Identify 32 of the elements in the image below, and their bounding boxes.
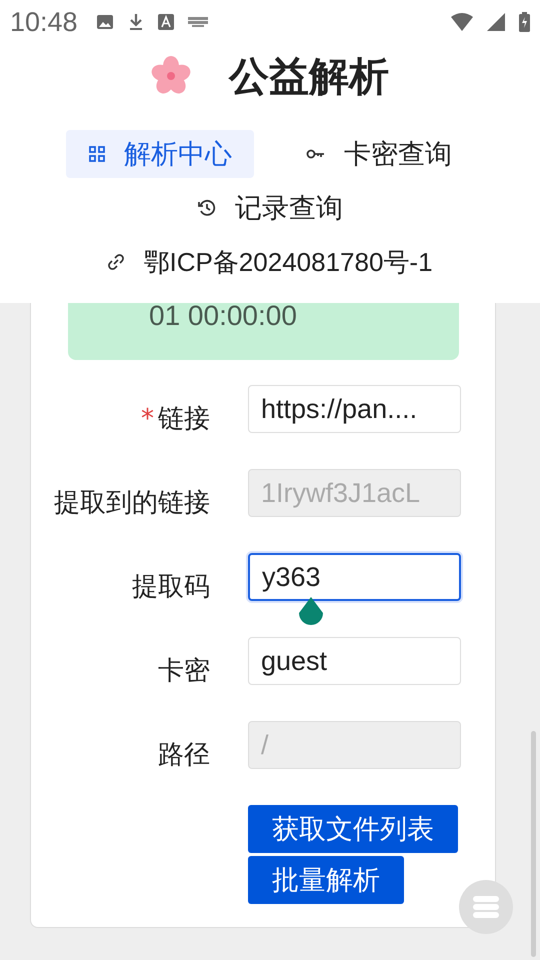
- nav-tab[interactable]: 记录查询: [175, 184, 365, 232]
- history-icon: [197, 198, 217, 218]
- site-title: 公益解析: [229, 52, 389, 102]
- field-label: 提取码: [132, 572, 210, 602]
- action-button[interactable]: 批量解析: [248, 856, 404, 904]
- field-label: 卡密: [158, 656, 210, 686]
- field-label: 提取到的链接: [54, 488, 210, 518]
- link-icon: [107, 253, 126, 271]
- field-label: 链接: [158, 404, 210, 434]
- text-icon: [158, 14, 174, 30]
- nav-tab[interactable]: 卡密查询: [284, 130, 474, 178]
- signal-icon: [487, 13, 505, 31]
- menu-icon: [473, 896, 499, 918]
- input-field[interactable]: guest: [248, 637, 461, 685]
- image-icon: [96, 14, 114, 30]
- battery-icon: [519, 12, 530, 32]
- input-field[interactable]: https://pan....: [248, 385, 461, 433]
- notice-text: 01 00:00:00: [149, 300, 297, 332]
- grid-icon: [88, 145, 106, 163]
- icp-link[interactable]: 鄂ICP备2024081780号-1: [143, 244, 433, 280]
- status-time: 10:48: [10, 6, 78, 38]
- action-button[interactable]: 获取文件列表: [248, 805, 458, 853]
- wifi-icon: [451, 13, 473, 31]
- download-icon: [128, 13, 144, 31]
- required-mark: *: [141, 404, 154, 434]
- input-field[interactable]: y363: [248, 553, 461, 601]
- field-label: 路径: [158, 740, 210, 770]
- key-icon: [306, 147, 326, 161]
- scrollbar[interactable]: [531, 731, 536, 957]
- nav-tab[interactable]: 解析中心: [66, 130, 254, 178]
- flower-icon: [151, 56, 191, 96]
- keyboard-icon: [188, 17, 208, 27]
